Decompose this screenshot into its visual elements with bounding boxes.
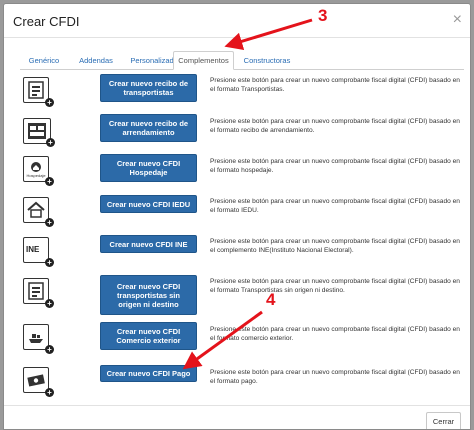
- annotation-step-4: 4: [266, 290, 276, 309]
- crear-cfdi-pago-button[interactable]: Crear nuevo CFDI Pago: [100, 365, 197, 382]
- crear-recibo-transportistas-button[interactable]: Crear nuevo recibo de transportistas: [100, 74, 197, 102]
- tab-addendas[interactable]: Addendas: [70, 51, 122, 68]
- hospedaje-icon-label: Hospedaje: [26, 173, 46, 178]
- row-description: Presione este botón para crear un nuevo …: [210, 278, 460, 294]
- crear-cfdi-transportistas-sin-origen-button[interactable]: Crear nuevo CFDI transportistas sin orig…: [100, 275, 197, 315]
- plus-icon: +: [45, 258, 54, 267]
- crear-recibo-arrendamiento-button[interactable]: Crear nuevo recibo de arrendamiento: [100, 114, 197, 142]
- plus-icon: +: [45, 299, 54, 308]
- plus-icon: +: [45, 98, 54, 107]
- row-description: Presione este botón para crear un nuevo …: [210, 198, 460, 214]
- footer-divider: [4, 405, 470, 406]
- row-description: Presione este botón para crear un nuevo …: [210, 369, 460, 385]
- annotation-step-3: 3: [318, 6, 328, 25]
- ine-icon-label: INE: [26, 245, 40, 254]
- tab-complementos[interactable]: Complementos: [173, 51, 234, 70]
- cerrar-button[interactable]: Cerrar: [426, 412, 461, 429]
- plus-icon: +: [46, 138, 55, 147]
- close-icon[interactable]: ×: [453, 12, 462, 28]
- row-description: Presione este botón para crear un nuevo …: [210, 158, 460, 174]
- crear-cfdi-iedu-button[interactable]: Crear nuevo CFDI IEDU: [100, 195, 197, 213]
- crear-cfdi-dialog: Crear CFDI × Genérico Addendas Personali…: [3, 3, 471, 430]
- plus-icon: +: [45, 218, 54, 227]
- tab-constructoras[interactable]: Constructoras: [238, 51, 296, 68]
- plus-icon: +: [45, 177, 54, 186]
- tab-generico[interactable]: Genérico: [20, 51, 68, 68]
- crear-cfdi-hospedaje-button[interactable]: Crear nuevo CFDI Hospedaje: [100, 154, 197, 182]
- header-divider: [4, 37, 470, 38]
- plus-icon: +: [45, 388, 54, 397]
- row-description: Presione este botón para crear un nuevo …: [210, 77, 460, 93]
- row-description: Presione este botón para crear un nuevo …: [210, 118, 460, 134]
- crear-cfdi-comercio-exterior-button[interactable]: Crear nuevo CFDI Comercio exterior: [100, 322, 197, 350]
- tab-bar: Genérico Addendas Personalizados Complem…: [20, 51, 464, 70]
- row-description: Presione este botón para crear un nuevo …: [210, 238, 460, 254]
- crear-cfdi-ine-button[interactable]: Crear nuevo CFDI INE: [100, 235, 197, 253]
- dialog-title: Crear CFDI: [13, 14, 80, 29]
- row-description: Presione este botón para crear un nuevo …: [210, 326, 460, 342]
- plus-icon: +: [45, 345, 54, 354]
